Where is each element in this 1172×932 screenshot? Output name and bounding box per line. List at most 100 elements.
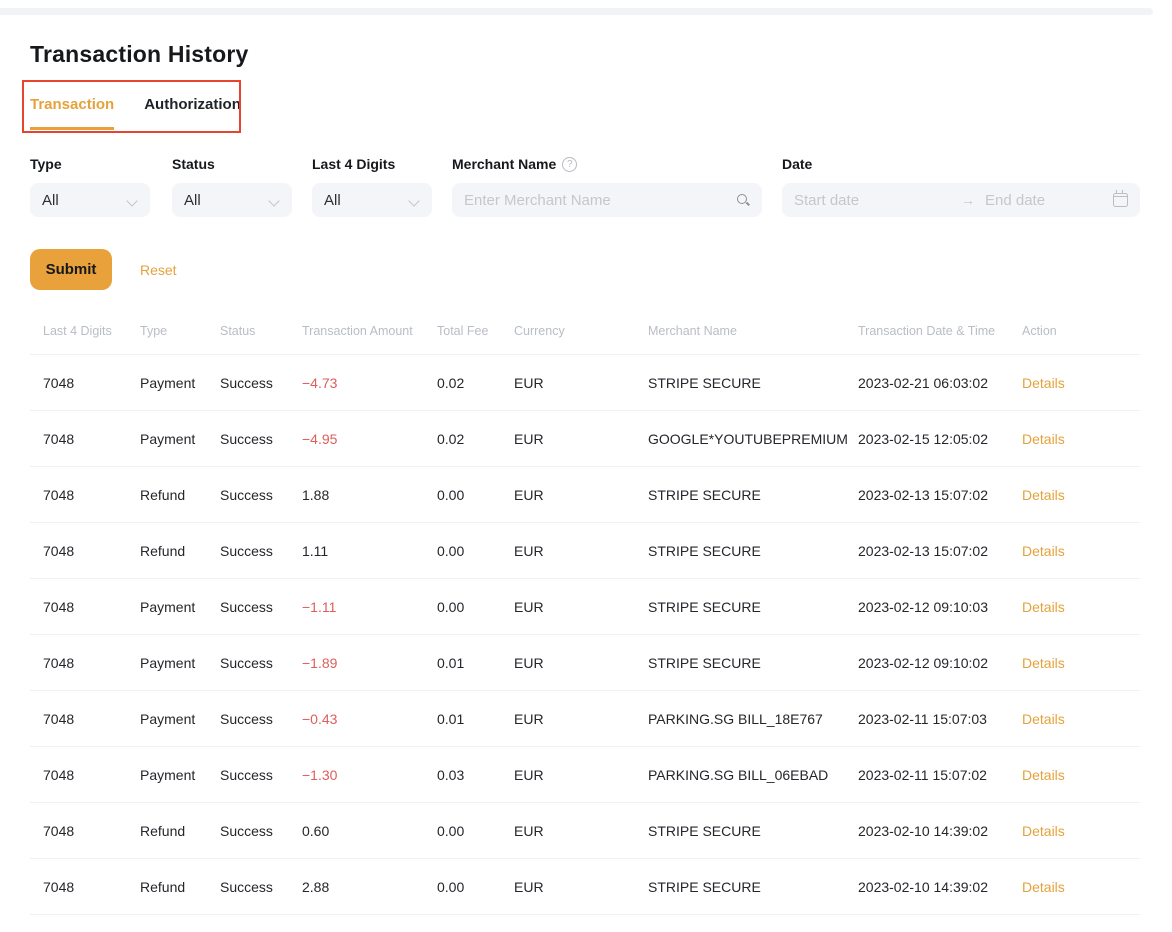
datetime-cell: 2023-02-13 15:07:02 xyxy=(858,487,1022,503)
details-link[interactable]: Details xyxy=(1022,655,1065,671)
details-link[interactable]: Details xyxy=(1022,879,1065,895)
details-link[interactable]: Details xyxy=(1022,599,1065,615)
merchant-name-input[interactable]: Enter Merchant Name xyxy=(452,183,762,217)
type-filter-group: Type All xyxy=(30,156,150,217)
total-fee-cell: 0.00 xyxy=(437,599,514,615)
merchant-cell: STRIPE SECURE xyxy=(648,879,858,895)
details-link[interactable]: Details xyxy=(1022,487,1065,503)
last4-cell: 7048 xyxy=(43,711,140,727)
merchant-filter-label: Merchant Name ? xyxy=(452,156,762,172)
merchant-cell: PARKING.SG BILL_18E767 xyxy=(648,711,858,727)
total-fee-cell: 0.00 xyxy=(437,823,514,839)
type-cell: Refund xyxy=(140,879,220,895)
datetime-cell: 2023-02-10 14:39:02 xyxy=(858,823,1022,839)
transaction-amount: 1.88 xyxy=(302,487,437,503)
help-icon[interactable]: ? xyxy=(562,157,577,172)
currency-cell: EUR xyxy=(514,767,648,783)
tab-transaction[interactable]: Transaction xyxy=(30,96,114,130)
type-cell: Refund xyxy=(140,823,220,839)
search-icon[interactable] xyxy=(736,193,750,207)
currency-cell: EUR xyxy=(514,711,648,727)
table-row: 7048 Payment Success −1.30 0.03 EUR PARK… xyxy=(30,747,1140,803)
details-link[interactable]: Details xyxy=(1022,711,1065,727)
merchant-cell: STRIPE SECURE xyxy=(648,543,858,559)
datetime-cell: 2023-02-11 15:07:03 xyxy=(858,711,1022,727)
transaction-amount: −1.11 xyxy=(302,599,437,615)
details-link[interactable]: Details xyxy=(1022,431,1065,447)
table-body: 7048 Payment Success −4.73 0.02 EUR STRI… xyxy=(30,355,1140,915)
status-filter-group: Status All xyxy=(172,156,292,217)
transaction-amount: 0.60 xyxy=(302,823,437,839)
last4-cell: 7048 xyxy=(43,655,140,671)
status-select[interactable]: All xyxy=(172,183,292,217)
top-bar xyxy=(0,8,1153,15)
table-row: 7048 Refund Success 1.11 0.00 EUR STRIPE… xyxy=(30,523,1140,579)
status-cell: Success xyxy=(220,543,302,559)
merchant-cell: GOOGLE*YOUTUBEPREMIUM xyxy=(648,431,858,447)
status-cell: Success xyxy=(220,599,302,615)
status-select-value: All xyxy=(184,192,201,209)
calendar-icon[interactable] xyxy=(1113,193,1128,207)
total-fee-cell: 0.01 xyxy=(437,655,514,671)
details-link[interactable]: Details xyxy=(1022,767,1065,783)
last4-cell: 7048 xyxy=(43,487,140,503)
merchant-input-placeholder: Enter Merchant Name xyxy=(464,192,611,209)
range-arrow-icon: → xyxy=(961,192,975,208)
currency-cell: EUR xyxy=(514,543,648,559)
col-datetime: Transaction Date & Time xyxy=(858,324,1022,338)
tab-authorization[interactable]: Authorization xyxy=(144,96,241,130)
start-date-input[interactable]: Start date xyxy=(794,192,951,209)
table-row: 7048 Payment Success −4.95 0.02 EUR GOOG… xyxy=(30,411,1140,467)
datetime-cell: 2023-02-11 15:07:02 xyxy=(858,767,1022,783)
merchant-filter-label-text: Merchant Name xyxy=(452,156,556,172)
end-date-input[interactable]: End date xyxy=(985,192,1113,209)
type-cell: Payment xyxy=(140,767,220,783)
last4-cell: 7048 xyxy=(43,375,140,391)
col-merchant: Merchant Name xyxy=(648,324,858,338)
total-fee-cell: 0.01 xyxy=(437,711,514,727)
date-filter-label: Date xyxy=(782,156,1140,172)
table-row: 7048 Refund Success 2.88 0.00 EUR STRIPE… xyxy=(30,859,1140,915)
type-cell: Payment xyxy=(140,711,220,727)
merchant-cell: STRIPE SECURE xyxy=(648,655,858,671)
details-link[interactable]: Details xyxy=(1022,375,1065,391)
table-row: 7048 Payment Success −4.73 0.02 EUR STRI… xyxy=(30,355,1140,411)
table-row: 7048 Refund Success 1.88 0.00 EUR STRIPE… xyxy=(30,467,1140,523)
total-fee-cell: 0.00 xyxy=(437,487,514,503)
status-cell: Success xyxy=(220,823,302,839)
currency-cell: EUR xyxy=(514,823,648,839)
reset-button[interactable]: Reset xyxy=(140,262,177,278)
type-cell: Payment xyxy=(140,431,220,447)
currency-cell: EUR xyxy=(514,375,648,391)
chevron-down-icon xyxy=(128,195,138,205)
last4-select-value: All xyxy=(324,192,341,209)
status-cell: Success xyxy=(220,431,302,447)
last4-cell: 7048 xyxy=(43,823,140,839)
chevron-down-icon xyxy=(270,195,280,205)
last4-select[interactable]: All xyxy=(312,183,432,217)
type-select[interactable]: All xyxy=(30,183,150,217)
status-cell: Success xyxy=(220,711,302,727)
currency-cell: EUR xyxy=(514,431,648,447)
merchant-cell: STRIPE SECURE xyxy=(648,823,858,839)
date-range-picker[interactable]: Start date → End date xyxy=(782,183,1140,217)
details-link[interactable]: Details xyxy=(1022,543,1065,559)
merchant-cell: STRIPE SECURE xyxy=(648,487,858,503)
datetime-cell: 2023-02-13 15:07:02 xyxy=(858,543,1022,559)
transaction-history-page: Transaction History Transaction Authoriz… xyxy=(0,40,1172,915)
total-fee-cell: 0.02 xyxy=(437,375,514,391)
submit-button[interactable]: Submit xyxy=(30,249,112,290)
page-title: Transaction History xyxy=(30,40,1140,68)
last4-filter-group: Last 4 Digits All xyxy=(312,156,432,217)
details-link[interactable]: Details xyxy=(1022,823,1065,839)
transaction-amount: 2.88 xyxy=(302,879,437,895)
table-row: 7048 Payment Success −0.43 0.01 EUR PARK… xyxy=(30,691,1140,747)
col-last4: Last 4 Digits xyxy=(43,324,140,338)
status-cell: Success xyxy=(220,655,302,671)
status-cell: Success xyxy=(220,487,302,503)
merchant-cell: STRIPE SECURE xyxy=(648,599,858,615)
last4-cell: 7048 xyxy=(43,767,140,783)
last4-cell: 7048 xyxy=(43,879,140,895)
filter-bar: Type All Status All Last 4 Digits All Me… xyxy=(30,156,1140,217)
last4-cell: 7048 xyxy=(43,599,140,615)
